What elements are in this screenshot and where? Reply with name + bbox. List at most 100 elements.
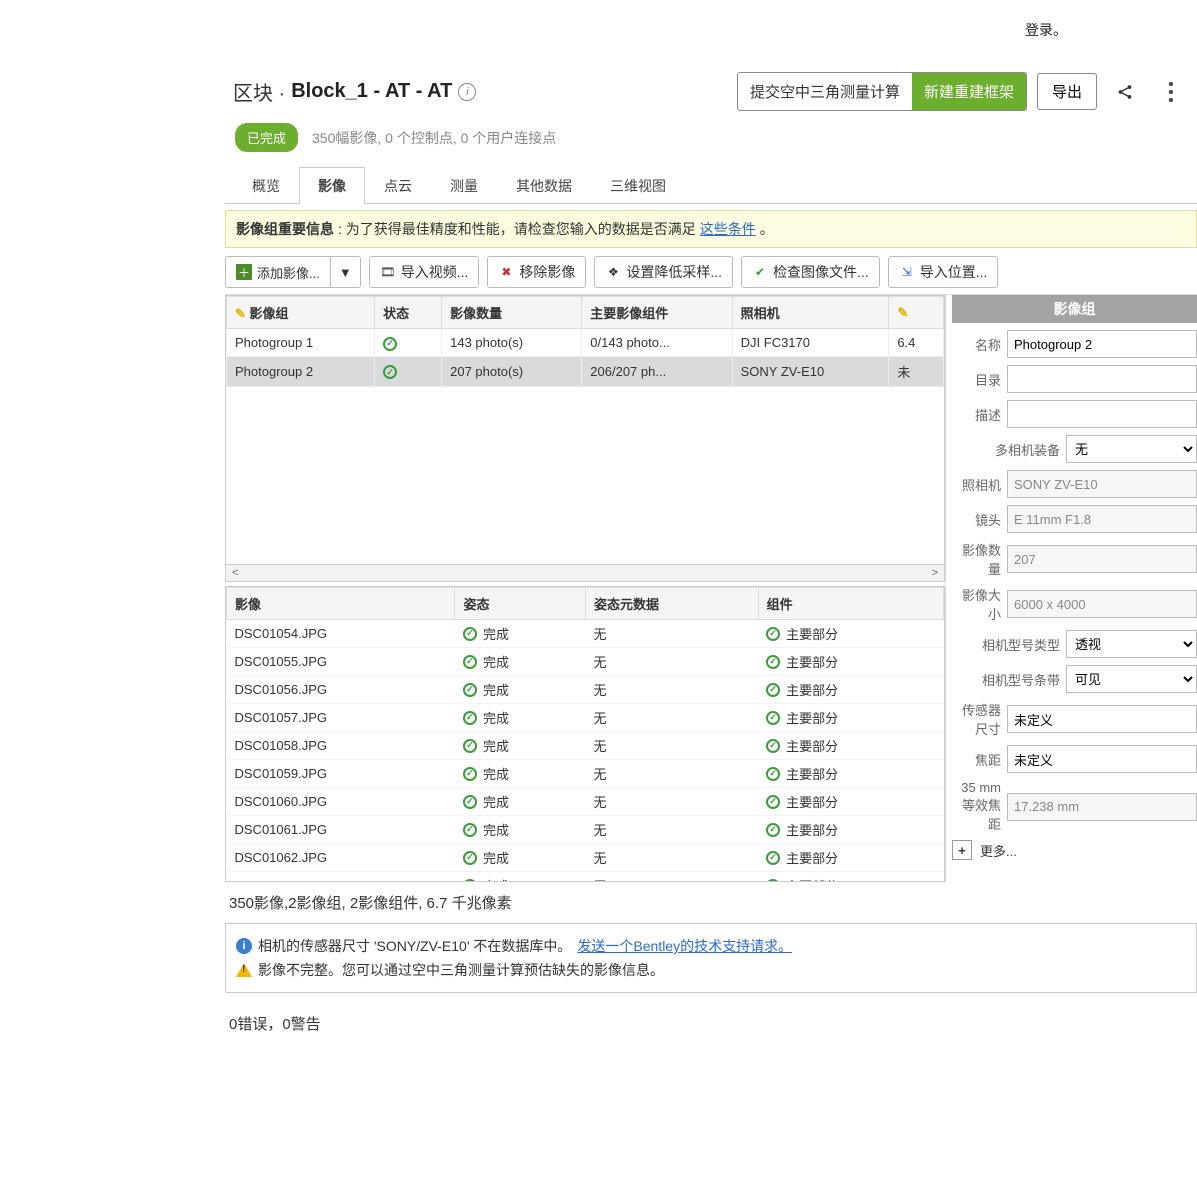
photogroup-table-area[interactable]: ✎ 影像组状态影像数量主要影像组件照相机✎ Photogroup 1✓143 p… — [225, 295, 945, 565]
more-toggle[interactable]: + 更多... — [952, 840, 1197, 860]
tab-2[interactable]: 点云 — [365, 167, 431, 204]
group-col-0[interactable]: ✎ 影像组 — [227, 297, 375, 329]
status-badge: 已完成 — [235, 123, 298, 152]
add-image-dropdown[interactable]: ▼ — [330, 256, 361, 288]
downsample-button[interactable]: ❖设置降低采样... — [594, 256, 733, 288]
comp-ok-icon: ✓ — [766, 655, 780, 669]
import-video-button[interactable]: 🎞导入视频... — [369, 256, 480, 288]
prop-model-select[interactable]: 透视 — [1066, 630, 1197, 658]
prop-cam-input — [1007, 470, 1197, 498]
prop-dir-label: 目录 — [952, 370, 1001, 389]
prop-lens-input — [1007, 505, 1197, 533]
prop-size-label: 影像大小 — [952, 585, 1001, 623]
comp-ok-icon: ✓ — [766, 851, 780, 865]
prop-sensor-input[interactable] — [1007, 705, 1197, 733]
photo-row[interactable]: DSC01057.JPG✓完成无✓主要部分 — [227, 704, 944, 732]
pose-ok-icon: ✓ — [463, 879, 477, 883]
photo-row[interactable]: DSC01062.JPG✓完成无✓主要部分 — [227, 844, 944, 872]
photo-row[interactable]: DSC01063.JPG✓完成无✓主要部分 — [227, 872, 944, 883]
check-files-button[interactable]: ✔检查图像文件... — [741, 256, 880, 288]
group-col-2[interactable]: 影像数量 — [442, 297, 582, 329]
bentley-support-link[interactable]: 发送一个Bentley的技术支持请求。 — [577, 936, 792, 956]
prop-sensor-label: 传感器尺寸 — [952, 700, 1001, 738]
title-prefix: 区块 · — [233, 77, 285, 106]
login-hint: 登录。 — [1025, 20, 1067, 40]
pose-ok-icon: ✓ — [463, 851, 477, 865]
tab-3[interactable]: 测量 — [431, 167, 497, 204]
at-actions: 提交空中三角测量计算 新建重建框架 — [737, 72, 1027, 111]
more-menu-button[interactable] — [1153, 74, 1189, 110]
prop-lens-label: 镜头 — [952, 510, 1001, 529]
group-hscroll[interactable]: <> — [225, 565, 945, 582]
photo-row[interactable]: DSC01054.JPG✓完成无✓主要部分 — [227, 620, 944, 648]
tab-4[interactable]: 其他数据 — [497, 167, 591, 204]
tab-1[interactable]: 影像 — [299, 167, 365, 204]
plus-icon: + — [952, 840, 972, 860]
prop-focal-label: 焦距 — [952, 750, 1001, 769]
info-bar-link[interactable]: 这些条件 — [700, 219, 756, 239]
photos-col-2[interactable]: 姿态元数据 — [586, 588, 759, 620]
photogroup-table: ✎ 影像组状态影像数量主要影像组件照相机✎ Photogroup 1✓143 p… — [226, 296, 944, 387]
group-col-4[interactable]: 照相机 — [732, 297, 889, 329]
photos-table: 影像姿态姿态元数据组件 DSC01054.JPG✓完成无✓主要部分DSC0105… — [226, 587, 944, 882]
photos-table-area[interactable]: 影像姿态姿态元数据组件 DSC01054.JPG✓完成无✓主要部分DSC0105… — [225, 586, 945, 882]
prop-eq35-label: 35 mm 等效焦距 — [952, 780, 1001, 833]
group-col-3[interactable]: 主要影像组件 — [582, 297, 732, 329]
new-reconstruction-button[interactable]: 新建重建框架 — [912, 73, 1026, 110]
prop-name-input[interactable] — [1007, 330, 1197, 358]
prop-multi-label: 多相机装备 — [952, 440, 1060, 459]
pose-ok-icon: ✓ — [463, 823, 477, 837]
info-bar-label: 影像组重要信息 — [236, 219, 334, 239]
pose-ok-icon: ✓ — [463, 683, 477, 697]
image-toolbar: ＋添加影像... ▼ 🎞导入视频... ✖移除影像 ❖设置降低采样... ✔检查… — [225, 252, 1197, 294]
messages-box: i 相机的传感器尺寸 'SONY/ZV-E10' 不在数据库中。 发送一个Ben… — [225, 923, 1197, 993]
export-button[interactable]: 导出 — [1037, 73, 1097, 110]
tabs: 概览影像点云测量其他数据三维视图 — [225, 166, 1197, 204]
block-title: Block_1 - AT - AT — [291, 80, 452, 103]
pose-ok-icon: ✓ — [463, 767, 477, 781]
info-icon[interactable]: i — [458, 83, 476, 101]
photos-col-3[interactable]: 组件 — [758, 588, 943, 620]
pencil-icon: ✎ — [235, 306, 246, 321]
add-image-split-button[interactable]: ＋添加影像... ▼ — [225, 256, 361, 288]
import-position-button[interactable]: ⇲导入位置... — [888, 256, 999, 288]
photos-col-1[interactable]: 姿态 — [455, 588, 586, 620]
photo-row[interactable]: DSC01056.JPG✓完成无✓主要部分 — [227, 676, 944, 704]
info-circle-icon: i — [236, 938, 252, 954]
submit-at-button[interactable]: 提交空中三角测量计算 — [738, 73, 912, 110]
prop-dir-input[interactable] — [1007, 365, 1197, 393]
tab-0[interactable]: 概览 — [233, 167, 299, 204]
prop-cam-label: 照相机 — [952, 475, 1001, 494]
photo-row[interactable]: DSC01055.JPG✓完成无✓主要部分 — [227, 648, 944, 676]
status-ok-icon: ✓ — [383, 365, 397, 379]
share-icon — [1116, 83, 1134, 101]
tab-5[interactable]: 三维视图 — [591, 167, 685, 204]
photos-col-0[interactable]: 影像 — [227, 588, 455, 620]
comp-ok-icon: ✓ — [766, 683, 780, 697]
info-bar-msg: : 为了获得最佳精度和性能，请检查您输入的数据是否满足 — [338, 219, 696, 239]
comp-ok-icon: ✓ — [766, 767, 780, 781]
prop-desc-input[interactable] — [1007, 400, 1197, 428]
comp-ok-icon: ✓ — [766, 795, 780, 809]
photo-row[interactable]: DSC01061.JPG✓完成无✓主要部分 — [227, 816, 944, 844]
photo-row[interactable]: DSC01058.JPG✓完成无✓主要部分 — [227, 732, 944, 760]
share-button[interactable] — [1107, 74, 1143, 110]
prop-focal-input[interactable] — [1007, 745, 1197, 773]
group-col-1[interactable]: 状态 — [375, 297, 442, 329]
pose-ok-icon: ✓ — [463, 739, 477, 753]
prop-band-select[interactable]: 可见 — [1066, 665, 1197, 693]
photogroup-row[interactable]: Photogroup 2✓207 photo(s)206/207 ph...SO… — [227, 356, 944, 386]
downsample-icon: ❖ — [605, 264, 621, 280]
prop-model-label: 相机型号类型 — [952, 635, 1060, 654]
photo-row[interactable]: DSC01060.JPG✓完成无✓主要部分 — [227, 788, 944, 816]
photo-row[interactable]: DSC01059.JPG✓完成无✓主要部分 — [227, 760, 944, 788]
info-bar: 影像组重要信息 : 为了获得最佳精度和性能，请检查您输入的数据是否满足 这些条件… — [225, 210, 1197, 248]
group-col-5[interactable]: ✎ — [889, 297, 944, 329]
photogroup-row[interactable]: Photogroup 1✓143 photo(s)0/143 photo...D… — [227, 329, 944, 357]
prop-multi-select[interactable]: 无 — [1066, 435, 1197, 463]
pose-ok-icon: ✓ — [463, 655, 477, 669]
warning-icon — [236, 963, 252, 977]
prop-name-label: 名称 — [952, 335, 1001, 354]
remove-image-button[interactable]: ✖移除影像 — [487, 256, 586, 288]
import-pos-icon: ⇲ — [899, 264, 915, 280]
